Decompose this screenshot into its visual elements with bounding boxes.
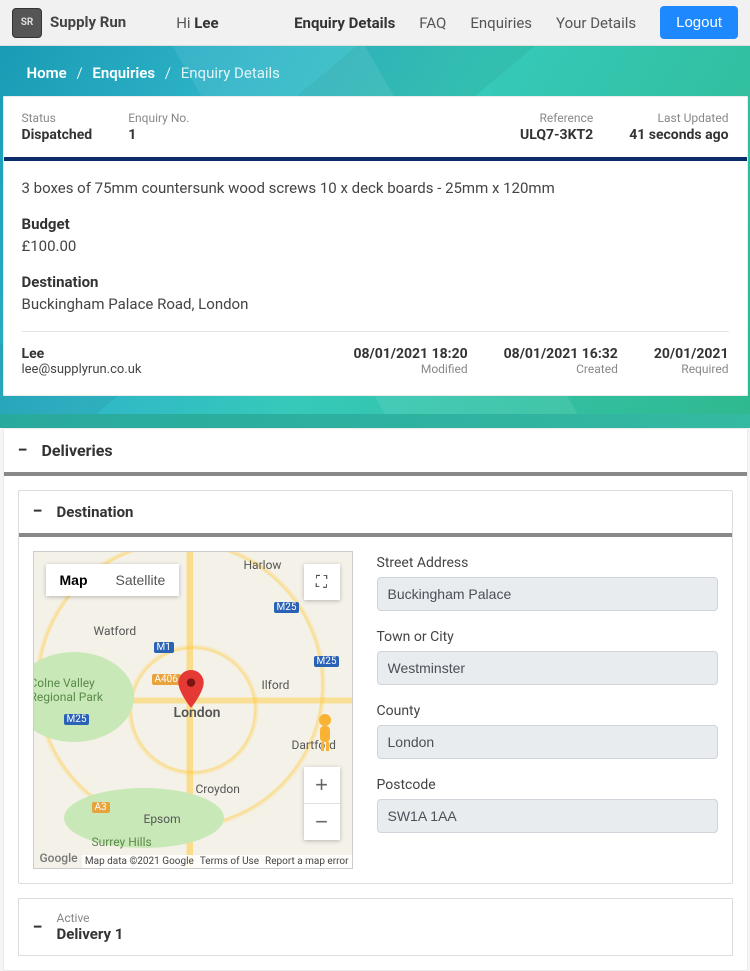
street-input[interactable] — [377, 577, 718, 611]
breadcrumb-current: Enquiry Details — [181, 64, 280, 82]
pegman-icon[interactable] — [310, 713, 340, 753]
status-label: Status — [22, 111, 93, 125]
required-dt: 20/01/2021 — [654, 346, 729, 362]
deliveries-title: Deliveries — [41, 441, 112, 460]
zoom-in-button[interactable]: + — [304, 767, 340, 803]
delivery-header[interactable]: − Active Delivery 1 — [18, 898, 733, 956]
town-input[interactable] — [377, 651, 718, 685]
created-label: Created — [504, 362, 618, 376]
report-link[interactable]: Report a map error — [265, 856, 348, 867]
status-value: Dispatched — [22, 127, 93, 143]
status-bar: Status Dispatched Enquiry No. 1 Referenc… — [4, 97, 747, 161]
enquiry-card: Status Dispatched Enquiry No. 1 Referenc… — [3, 96, 748, 396]
map-pin-icon — [178, 670, 204, 712]
map-type-satellite[interactable]: Satellite — [102, 564, 180, 596]
required-label: Required — [654, 362, 729, 376]
last-updated-value: 41 seconds ago — [629, 127, 728, 143]
breadcrumb-home[interactable]: Home — [27, 64, 67, 82]
map-type-toggle: Map Satellite — [46, 564, 180, 596]
destination-panel-title: Destination — [56, 503, 133, 521]
topbar: SR Supply Run Hi Lee Enquiry Details FAQ… — [0, 0, 750, 46]
reference-value: ULQ7-3KT2 — [520, 127, 593, 143]
brand-logo: SR — [12, 8, 42, 38]
nav-enquiries[interactable]: Enquiries — [470, 14, 532, 32]
logout-button[interactable]: Logout — [660, 6, 738, 39]
enquiry-no-label: Enquiry No. — [128, 111, 189, 125]
fullscreen-icon[interactable]: ⛶ — [304, 564, 340, 600]
contact-name: Lee — [22, 346, 142, 362]
breadcrumb-enquiries[interactable]: Enquiries — [92, 64, 155, 82]
nav-faq[interactable]: FAQ — [419, 14, 446, 32]
created-dt: 08/01/2021 16:32 — [504, 346, 618, 362]
street-label: Street Address — [377, 555, 718, 571]
map-zoom: + − — [304, 767, 340, 840]
collapse-icon: − — [33, 503, 43, 521]
collapse-icon: − — [33, 917, 43, 938]
enquiry-items: 3 boxes of 75mm countersunk wood screws … — [22, 179, 729, 197]
delivery-status: Active — [56, 911, 123, 925]
postcode-label: Postcode — [377, 777, 718, 793]
collapse-icon: − — [18, 442, 28, 460]
modified-dt: 08/01/2021 18:20 — [353, 346, 467, 362]
google-logo: Google — [40, 851, 78, 865]
nav-links: Enquiry Details FAQ Enquiries Your Detai… — [294, 6, 738, 39]
greeting: Hi Lee — [176, 14, 218, 32]
nav-your-details[interactable]: Your Details — [556, 14, 636, 32]
destination-title: Destination — [22, 273, 729, 291]
zoom-out-button[interactable]: − — [304, 804, 340, 840]
budget-title: Budget — [22, 215, 729, 233]
town-label: Town or City — [377, 629, 718, 645]
delivery-title: Delivery 1 — [56, 925, 123, 943]
deliveries-panel: − Deliveries − Destination Harlow Watfor… — [3, 428, 748, 971]
divider — [22, 331, 729, 332]
modified-label: Modified — [353, 362, 467, 376]
nav-enquiry-details[interactable]: Enquiry Details — [294, 14, 395, 32]
deliveries-header[interactable]: − Deliveries — [4, 429, 747, 476]
destination-header[interactable]: − Destination — [19, 491, 732, 537]
destination-panel: − Destination Harlow Watford London Ilfo… — [18, 490, 733, 884]
enquiry-no-value: 1 — [128, 127, 189, 143]
reference-label: Reference — [520, 111, 593, 125]
terms-link[interactable]: Terms of Use — [200, 856, 259, 867]
map[interactable]: Harlow Watford London Ilford Dartford Cr… — [33, 551, 353, 869]
destination-form: Street Address Town or City County Postc… — [377, 551, 718, 869]
postcode-input[interactable] — [377, 799, 718, 833]
county-label: County — [377, 703, 718, 719]
county-input[interactable] — [377, 725, 718, 759]
breadcrumb: Home / Enquiries / Enquiry Details — [3, 64, 748, 96]
contact-email: lee@supplyrun.co.uk — [22, 362, 142, 377]
hero-band: Home / Enquiries / Enquiry Details Statu… — [0, 46, 750, 414]
brand-name: Supply Run — [50, 14, 126, 31]
map-type-map[interactable]: Map — [46, 564, 102, 596]
map-attribution: Map data ©2021 Google Terms of Use Repor… — [82, 855, 352, 868]
last-updated-label: Last Updated — [629, 111, 728, 125]
destination-value: Buckingham Palace Road, London — [22, 295, 729, 313]
budget-value: £100.00 — [22, 237, 729, 255]
